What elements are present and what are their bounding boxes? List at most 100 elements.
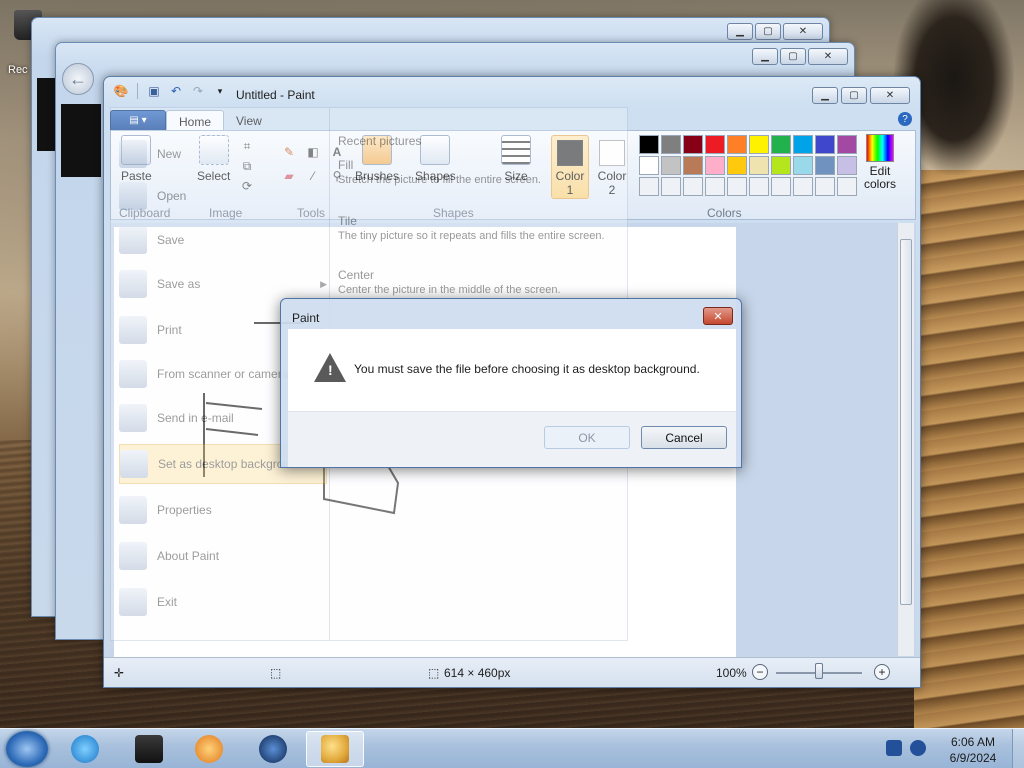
exit-icon [119, 588, 147, 616]
minimize-icon[interactable]: ▁ [812, 87, 838, 104]
customize-toolbar-icon[interactable]: ▾ [211, 83, 229, 99]
minimize-icon[interactable]: ▁ [727, 23, 753, 40]
help-icon[interactable]: ? [898, 112, 912, 126]
save-as-icon [119, 270, 147, 298]
taskbar-globe-app[interactable] [244, 731, 302, 767]
palette-custom-slot[interactable] [661, 177, 681, 196]
save-icon[interactable]: ▣ [145, 83, 163, 99]
palette-custom-slot[interactable] [639, 177, 659, 196]
quick-access-toolbar: 🎨 ▣ ↶ ↷ ▾ [112, 83, 229, 99]
show-desktop-button[interactable] [1012, 729, 1024, 768]
palette-custom-slot[interactable] [727, 177, 747, 196]
scrollbar-thumb[interactable] [900, 239, 912, 605]
menu-label: New [157, 147, 182, 161]
palette-swatch[interactable] [793, 135, 813, 154]
message-dialog[interactable]: Paint ✕ ! You must save the file before … [280, 298, 742, 468]
palette-swatch[interactable] [749, 156, 769, 175]
palette-swatch[interactable] [705, 156, 725, 175]
palette-custom-slot[interactable] [683, 177, 703, 196]
cursor-position-icon: ✛ [114, 666, 125, 680]
minimize-icon[interactable]: ▁ [752, 48, 778, 65]
palette-swatch[interactable] [727, 156, 747, 175]
palette-swatch[interactable] [771, 135, 791, 154]
dialog-body: ! You must save the file before choosing… [288, 329, 736, 411]
palette-swatch[interactable] [815, 156, 835, 175]
palette-custom-slot[interactable] [749, 177, 769, 196]
palette-swatch[interactable] [837, 135, 857, 154]
menu-label: Exit [157, 595, 178, 609]
group-label-colors: Colors [707, 206, 742, 220]
palette-swatch[interactable] [749, 135, 769, 154]
center-title: Center [338, 268, 375, 282]
zoom-slider-thumb[interactable] [815, 663, 823, 679]
submenu-item-tile[interactable]: Tile The tiny picture so it repeats and f… [338, 214, 620, 242]
taskbar-explorer[interactable] [120, 731, 178, 767]
submenu-item-fill[interactable]: Fill Stretch the picture to fill the enti… [338, 158, 620, 186]
menu-item-properties[interactable]: Properties [119, 490, 327, 530]
maximize-icon[interactable]: ▢ [841, 87, 867, 104]
palette-custom-slot[interactable] [815, 177, 835, 196]
zoom-out-button[interactable]: − [752, 664, 768, 680]
menu-item-new[interactable]: New [119, 134, 327, 174]
close-icon[interactable]: ✕ [808, 48, 848, 65]
title-bar[interactable]: 🎨 ▣ ↶ ↷ ▾ Untitled - Paint ▁ ▢ ✕ [104, 77, 920, 105]
network-icon[interactable] [910, 740, 926, 756]
zoom-level: 100% [716, 666, 747, 680]
clock[interactable]: 6:06 AM 6/9/2024 [940, 734, 1006, 766]
palette-swatch[interactable] [793, 156, 813, 175]
recent-pictures-header: Recent pictures [338, 134, 422, 148]
zoom-in-button[interactable]: + [874, 664, 890, 680]
close-icon[interactable]: ✕ [703, 307, 733, 325]
edit-colors-label: Edit colors [863, 164, 896, 191]
palette-swatch[interactable] [837, 156, 857, 175]
menu-label: Open [157, 189, 187, 203]
palette-custom-slot[interactable] [793, 177, 813, 196]
close-icon[interactable]: ✕ [783, 23, 823, 40]
palette-swatch[interactable] [705, 135, 725, 154]
palette-swatch[interactable] [727, 135, 747, 154]
undo-icon[interactable]: ↶ [167, 83, 185, 99]
printer-icon [119, 316, 147, 344]
ok-button[interactable]: OK [544, 426, 630, 449]
taskbar-internet-explorer[interactable] [56, 731, 114, 767]
palette-swatch[interactable] [661, 135, 681, 154]
close-icon[interactable]: ✕ [870, 87, 910, 104]
wallpaper-wood [914, 170, 1024, 730]
paint-app-icon[interactable]: 🎨 [112, 83, 130, 99]
palette-swatch[interactable] [771, 156, 791, 175]
palette-custom-slot[interactable] [837, 177, 857, 196]
menu-item-save[interactable]: Save [119, 220, 327, 260]
edit-colors-button[interactable]: Edit colors [861, 134, 899, 191]
warning-icon-mark: ! [328, 362, 333, 378]
edit-colors-icon [866, 134, 894, 162]
palette-swatch[interactable] [815, 135, 835, 154]
cancel-button[interactable]: Cancel [641, 426, 727, 449]
menu-item-open[interactable]: Open [119, 176, 327, 216]
start-button[interactable] [6, 731, 48, 767]
system-tray [886, 740, 926, 756]
menu-label: Save as [157, 277, 201, 291]
desktop-background-icon [120, 450, 148, 478]
menu-item-about[interactable]: About Paint [119, 536, 327, 576]
taskbar-paint[interactable] [306, 731, 364, 767]
palette-custom-slot[interactable] [771, 177, 791, 196]
palette-swatch[interactable] [683, 135, 703, 154]
tile-desc: The tiny picture so it repeats and fills… [338, 230, 605, 242]
palette-swatch[interactable] [639, 156, 659, 175]
maximize-icon[interactable]: ▢ [755, 23, 781, 40]
back-arrow-icon[interactable]: ← [62, 63, 94, 95]
menu-label: Print [157, 323, 182, 337]
vertical-scrollbar[interactable] [897, 223, 914, 656]
palette-swatch[interactable] [639, 135, 659, 154]
maximize-icon[interactable]: ▢ [780, 48, 806, 65]
window-dark-pane [61, 104, 101, 177]
palette-swatch[interactable] [661, 156, 681, 175]
submenu-item-center[interactable]: Center Center the picture in the middle o… [338, 268, 620, 296]
menu-label: About Paint [157, 549, 220, 563]
palette-swatch[interactable] [683, 156, 703, 175]
action-center-icon[interactable] [886, 740, 902, 756]
palette-custom-slot[interactable] [705, 177, 725, 196]
taskbar-media-player[interactable] [180, 731, 238, 767]
menu-item-exit[interactable]: Exit [119, 582, 327, 622]
redo-icon[interactable]: ↷ [189, 83, 207, 99]
